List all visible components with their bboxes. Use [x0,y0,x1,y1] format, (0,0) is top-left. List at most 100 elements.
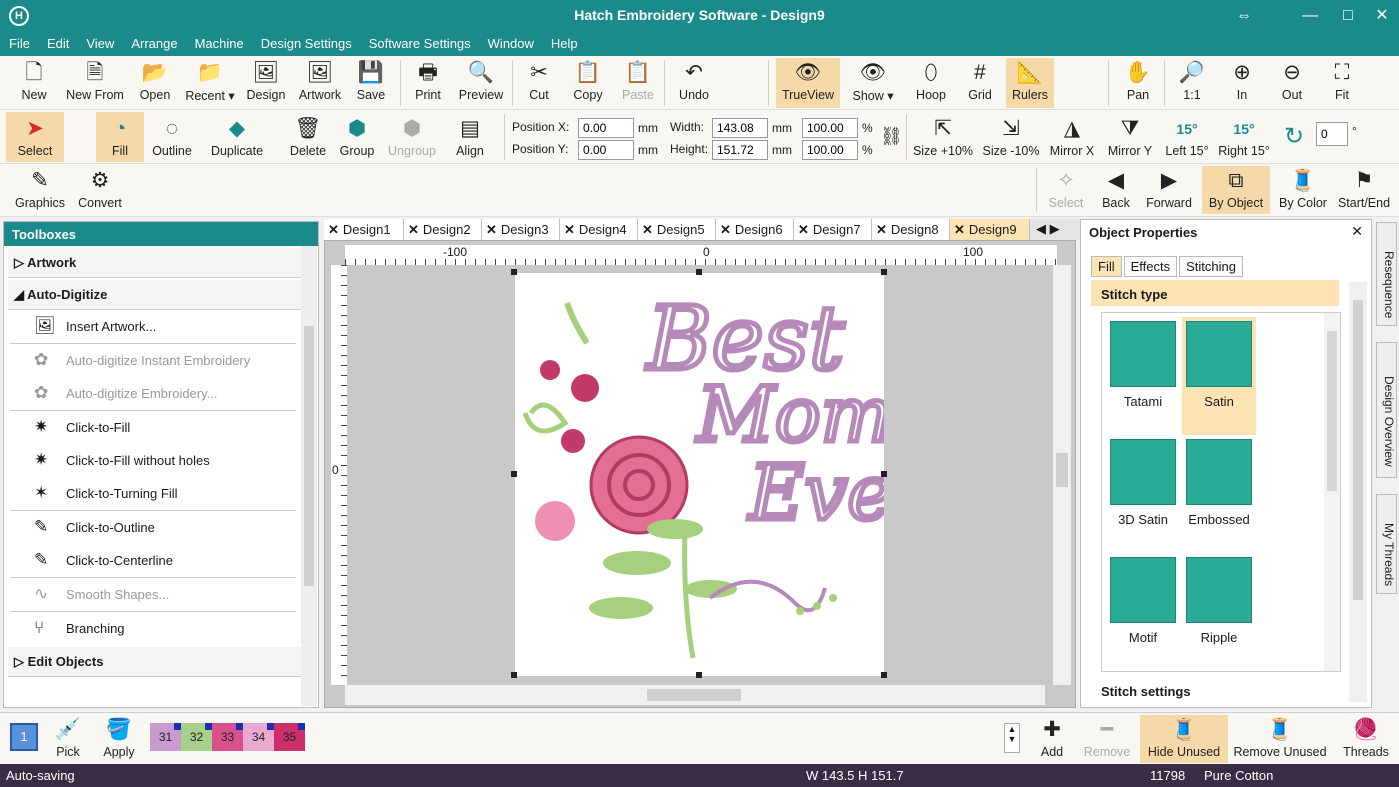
zoom-in-button[interactable]: ⊕ In [1222,60,1262,102]
trueview-button[interactable]: 👁 TrueView [776,58,840,108]
artwork-button[interactable]: 🖼 Artwork [294,60,346,102]
width-input[interactable] [712,118,768,138]
tool-click-to-fill[interactable]: ✷ Click-to-Fill [8,411,298,444]
side-tab-my-threads[interactable]: My Threads [1376,494,1397,594]
menu-design-settings[interactable]: Design Settings [252,32,360,51]
remove-color-button[interactable]: ━ Remove [1080,717,1134,759]
tool-smooth-shapes[interactable]: ∿ Smooth Shapes... [8,578,298,611]
pick-button[interactable]: 💉 Pick [48,717,88,759]
tab-fill[interactable]: Fill [1091,256,1122,277]
stitch-settings-header[interactable]: Stitch settings [1101,684,1191,699]
section-auto-digitize[interactable]: ◢ Auto-Digitize [8,280,314,310]
stitch-ripple[interactable]: Ripple [1182,553,1256,671]
stitch-satin[interactable]: Satin [1182,317,1256,435]
canvas-vertical-scrollbar[interactable] [1053,265,1071,685]
tool-auto-digitize-embroidery[interactable]: ✿ Auto-digitize Embroidery... [8,377,298,410]
grid-button[interactable]: # Grid [960,60,1000,102]
outline-button[interactable]: ◌ Outline [148,116,196,158]
proportional-lock-icon[interactable]: ⛓ [880,126,903,147]
duplicate-button[interactable]: ◆ Duplicate [206,116,268,158]
tab-scroll-arrows-icon[interactable]: ◀ ▶ [1036,221,1060,237]
scrollbar-thumb[interactable] [304,326,314,586]
selection-handle[interactable] [881,269,887,275]
maximize-button[interactable]: □ [1334,4,1362,28]
selection-handle[interactable] [881,471,887,477]
tab-close-icon[interactable]: ✕ [642,222,653,237]
tool-click-to-centerline[interactable]: ✎ Click-to-Centerline [8,544,298,577]
menu-machine[interactable]: Machine [186,32,252,51]
side-tab-resequence[interactable]: Resequence [1376,222,1397,326]
fill-button[interactable]: ◔ Fill [96,112,144,162]
tab-design6[interactable]: ✕ Design6 [716,219,794,240]
restore-width-icon[interactable]: ⇔ [1230,4,1258,28]
ungroup-button[interactable]: ⬢ Ungroup [384,116,440,158]
tab-close-icon[interactable]: ✕ [954,222,965,237]
tab-design7[interactable]: ✕ Design7 [794,219,872,240]
tab-close-icon[interactable]: ✕ [408,222,419,237]
menu-edit[interactable]: Edit [38,32,77,51]
delete-button[interactable]: 🗑 Delete [286,116,330,158]
tab-close-icon[interactable]: ✕ [564,222,575,237]
graphics-button[interactable]: ✎ Graphics [12,168,68,210]
tab-close-icon[interactable]: ✕ [486,222,497,237]
menu-software-settings[interactable]: Software Settings [360,32,479,51]
tab-design8[interactable]: ✕ Design8 [872,219,950,240]
color-chip-33[interactable]: 33 [212,723,243,751]
tool-insert-artwork[interactable]: 🖼 Insert Artwork... [8,310,298,343]
size-minus-button[interactable]: ⇲ Size -10% [980,116,1042,158]
select-button[interactable]: ➤ Select [6,112,64,162]
tab-close-icon[interactable]: ✕ [876,222,887,237]
show-button[interactable]: 👁 Show ▾ [848,60,898,103]
cut-button[interactable]: ✂ Cut [518,60,560,102]
menu-file[interactable]: File [0,32,38,51]
section-artwork[interactable]: ▷ Artwork [8,248,314,278]
menu-view[interactable]: View [77,32,122,51]
rotate-angle-input[interactable] [1316,122,1348,146]
new-button[interactable]: 🗋 New [12,60,56,102]
color-chip-32[interactable]: 32 [181,723,212,751]
group-button[interactable]: ⬢ Group [336,116,378,158]
tab-design2[interactable]: ✕ Design2 [404,219,482,240]
paste-button[interactable]: 📋 Paste [616,60,660,102]
new-from-button[interactable]: 🗎 New From [62,60,128,102]
tab-design4[interactable]: ✕ Design4 [560,219,638,240]
undo-button[interactable]: ↶ Undo [672,60,716,102]
start-end-button[interactable]: ⚑ Start/End [1334,168,1394,210]
rulers-button[interactable]: 📐 Rulers [1006,58,1054,108]
tool-click-to-fill-without-holes[interactable]: ✷ Click-to-Fill without holes [8,444,298,477]
size-plus-button[interactable]: ⇱ Size +10% [912,116,974,158]
toolbox-scrollbar[interactable] [301,246,317,706]
close-panel-icon[interactable]: ✕ [1351,223,1363,240]
menu-window[interactable]: Window [479,32,542,51]
tab-close-icon[interactable]: ✕ [798,222,809,237]
side-tab-design-overview[interactable]: Design Overview [1376,342,1397,478]
save-button[interactable]: 💾 Save [350,60,392,102]
properties-scrollbar[interactable] [1349,282,1367,702]
rotate-right-button[interactable]: 15° Right 15° [1216,116,1272,158]
selection-handle[interactable] [511,471,517,477]
tab-stitching[interactable]: Stitching [1179,256,1243,277]
close-button[interactable]: ✕ [1368,4,1396,28]
stitch-motif[interactable]: Motif [1106,553,1180,671]
remove-unused-button[interactable]: 🧵 Remove Unused [1232,717,1328,759]
tab-close-icon[interactable]: ✕ [328,222,339,237]
section-edit-objects[interactable]: ▷ Edit Objects [8,647,314,677]
mirror-x-button[interactable]: ◮ Mirror X [1046,116,1098,158]
design-button[interactable]: 🖼 Design [242,60,290,102]
selection-handle[interactable] [696,269,702,275]
by-object-button[interactable]: ⧉ By Object [1202,166,1270,214]
canvas-horizontal-scrollbar[interactable] [345,685,1045,705]
by-color-button[interactable]: 🧵 By Color [1274,168,1332,210]
copy-button[interactable]: 📋 Copy [566,60,610,102]
tool-click-to-turning-fill[interactable]: ✶ Click-to-Turning Fill [8,477,298,510]
convert-button[interactable]: ⚙ Convert [72,168,128,210]
selection-handle[interactable] [511,269,517,275]
apply-button[interactable]: 🪣 Apply [96,717,142,759]
scrollbar-thumb[interactable] [1353,300,1363,600]
color-chip-35[interactable]: 35 [274,723,305,751]
color-chip-34[interactable]: 34 [243,723,274,751]
mirror-y-button[interactable]: ⧩ Mirror Y [1104,116,1156,158]
tab-design5[interactable]: ✕ Design5 [638,219,716,240]
selection-handle[interactable] [881,672,887,678]
hoop-button[interactable]: ⬯ Hoop [910,60,952,102]
